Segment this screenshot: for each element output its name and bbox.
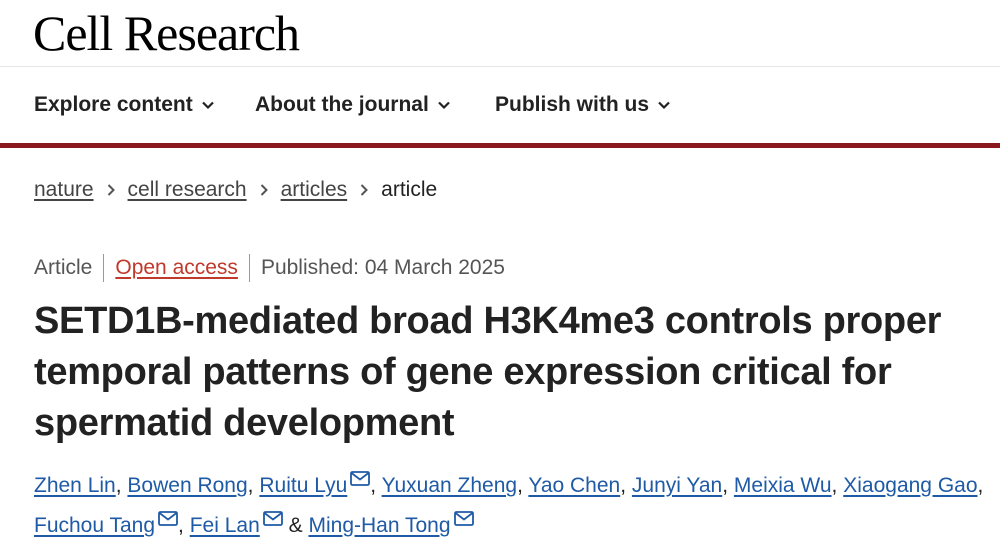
author-separator: ,: [370, 474, 377, 497]
author-separator: ,: [517, 474, 523, 497]
chevron-right-icon: [260, 184, 268, 196]
published-date: Published: 04 March 2025: [260, 256, 505, 279]
author-line: Zhen Lin, Bowen Rong, Ruitu Lyu, Yuxuan …: [34, 466, 994, 506]
author-link[interactable]: Fuchou Tang: [34, 514, 155, 537]
author-list: Zhen Lin, Bowen Rong, Ruitu Lyu, Yuxuan …: [34, 466, 994, 546]
author-link[interactable]: Yuxuan Zheng: [382, 474, 517, 497]
author-separator: ,: [115, 474, 122, 497]
nav-item-label: Explore content: [34, 93, 193, 116]
title-line: spermatid development: [34, 402, 455, 444]
main-nav: Explore content About the journal Publis…: [0, 67, 1000, 143]
site-header: Cell Research: [0, 0, 1000, 66]
open-access-link[interactable]: Open access: [115, 256, 238, 280]
author-link[interactable]: Junyi Yan: [632, 474, 722, 497]
nav-publish-with-us[interactable]: Publish with us: [495, 93, 671, 117]
author-separator: &: [288, 514, 303, 537]
author-link[interactable]: Yao Chen: [528, 474, 620, 497]
title-line: SETD1B-mediated broad H3K4me3 controls p…: [34, 300, 942, 342]
author-separator: ,: [977, 474, 984, 497]
author-link[interactable]: Meixia Wu: [734, 474, 832, 497]
author-line: Fuchou Tang, Fei Lan & Ming-Han Tong: [34, 506, 994, 546]
author-link[interactable]: Ruitu Lyu: [259, 474, 347, 497]
breadcrumb-current: article: [381, 178, 438, 201]
article-title: SETD1B-mediated broad H3K4me3 controls p…: [34, 296, 984, 449]
mail-icon[interactable]: [453, 511, 474, 526]
author-separator: ,: [247, 474, 254, 497]
chevron-down-icon: [438, 101, 450, 110]
author-link[interactable]: Zhen Lin: [34, 474, 116, 497]
author-separator: ,: [831, 474, 838, 497]
title-line: temporal patterns of gene expression cri…: [34, 351, 892, 393]
chevron-right-icon: [107, 184, 115, 196]
nav-item-label: About the journal: [255, 93, 429, 116]
meta-divider: [103, 254, 105, 282]
author-link[interactable]: Ming-Han Tong: [308, 514, 450, 537]
breadcrumb: nature cell research articles article: [34, 178, 437, 202]
breadcrumb-cell-research[interactable]: cell research: [128, 178, 247, 202]
mail-icon[interactable]: [350, 471, 371, 486]
article-meta: Article Open access Published: 04 March …: [34, 254, 505, 282]
chevron-right-icon: [360, 184, 369, 196]
chevron-down-icon: [201, 101, 214, 110]
mail-icon[interactable]: [262, 511, 283, 526]
author-link[interactable]: Fei Lan: [190, 514, 260, 537]
chevron-down-icon: [658, 101, 670, 110]
nav-item-label: Publish with us: [495, 93, 650, 116]
article-type: Article: [34, 256, 93, 279]
breadcrumb-nature[interactable]: nature: [34, 178, 94, 202]
breadcrumb-articles[interactable]: articles: [281, 178, 348, 202]
author-separator: ,: [178, 514, 184, 537]
author-separator: ,: [620, 474, 627, 497]
author-link[interactable]: Bowen Rong: [127, 474, 247, 497]
journal-logo[interactable]: Cell Research: [33, 4, 300, 62]
mail-icon[interactable]: [158, 511, 178, 526]
nav-about-journal[interactable]: About the journal: [255, 93, 451, 117]
author-separator: ,: [722, 474, 729, 497]
nav-explore-content[interactable]: Explore content: [34, 93, 215, 117]
brand-rule: [0, 143, 1000, 148]
meta-divider: [248, 254, 250, 282]
author-link[interactable]: Xiaogang Gao: [843, 474, 977, 497]
